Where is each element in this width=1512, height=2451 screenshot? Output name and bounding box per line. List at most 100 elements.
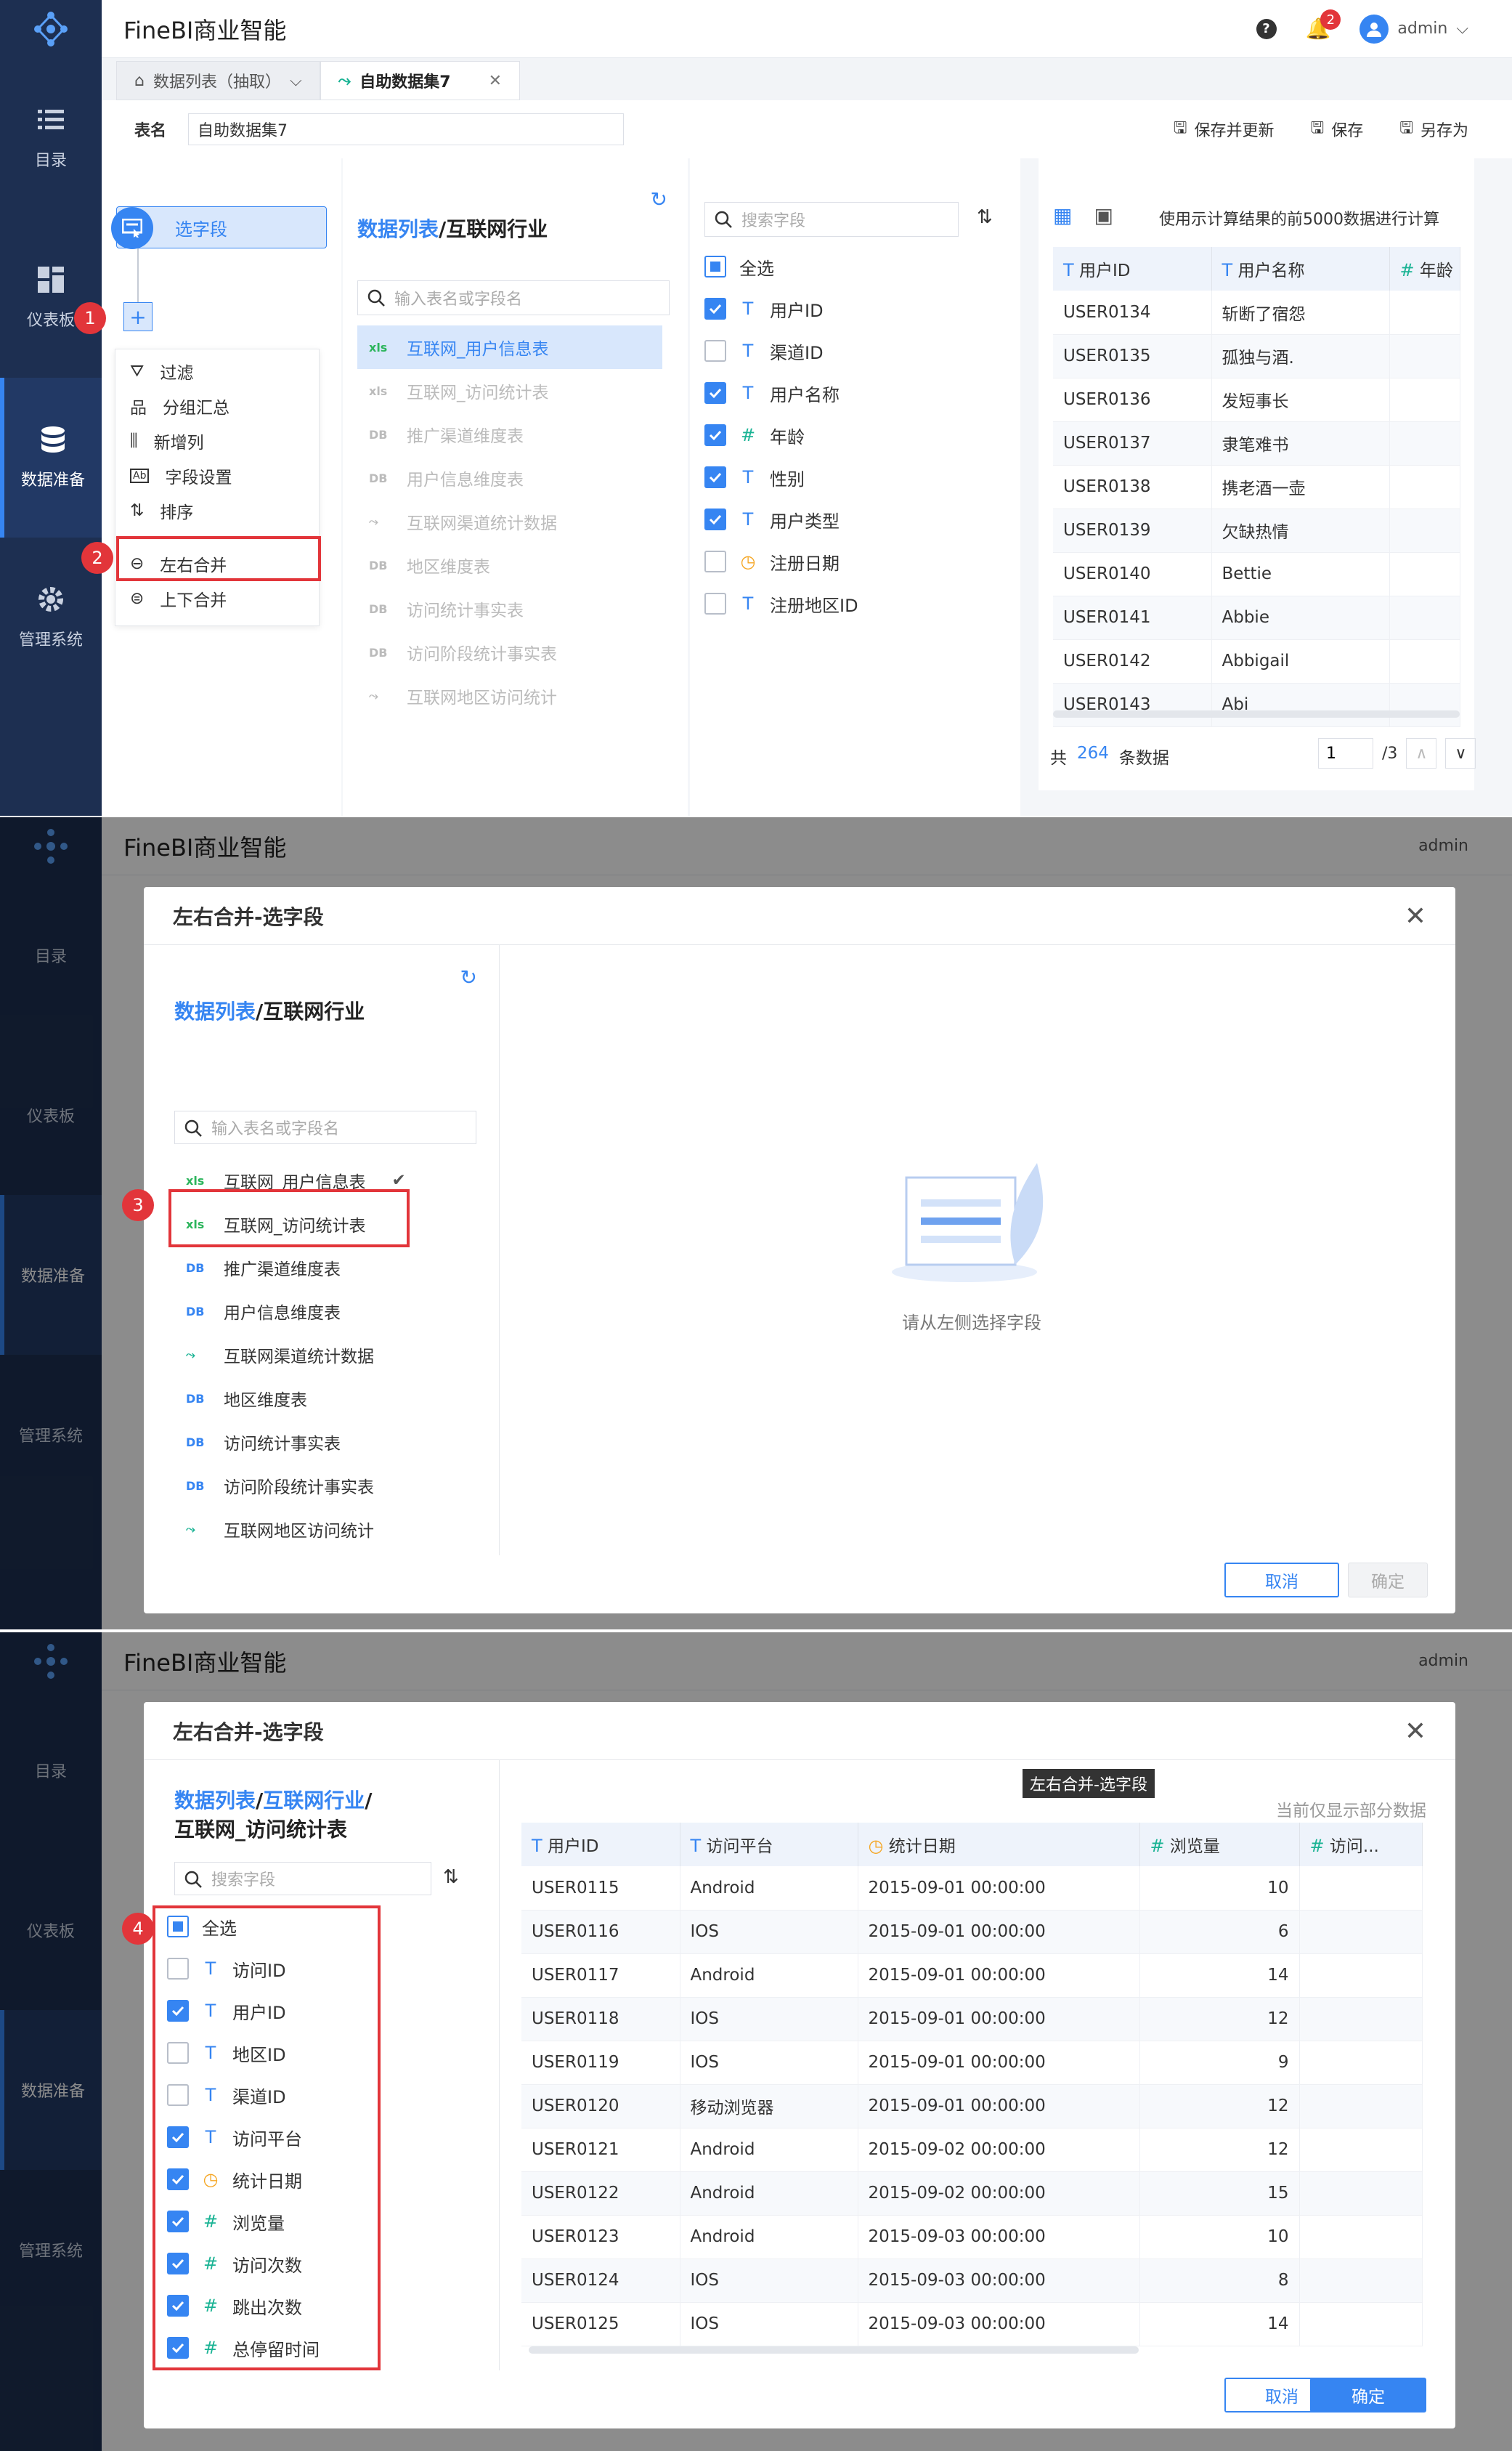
table-item[interactable]: DB 访问统计事实表: [357, 587, 662, 631]
field-checkbox[interactable]: [704, 593, 726, 615]
confirm-button[interactable]: 确定: [1310, 2378, 1426, 2412]
table-item[interactable]: DB 用户信息维度表: [357, 456, 662, 500]
menu-item-filter[interactable]: ⛛ 过滤: [115, 354, 319, 389]
save-as-button[interactable]: 🖫 另存为: [1399, 116, 1468, 143]
field-item[interactable]: ◷ 注册日期: [690, 540, 1009, 583]
detail-view-icon[interactable]: ▣: [1094, 203, 1113, 227]
breadcrumb-link[interactable]: 数据列表: [357, 217, 439, 241]
confirm-button[interactable]: 确定: [1348, 1563, 1428, 1597]
sidebar-item-data-prep[interactable]: 数据准备: [0, 378, 102, 538]
horizontal-scrollbar[interactable]: [1053, 710, 1460, 718]
field-checkbox[interactable]: [704, 551, 726, 572]
table-item[interactable]: ⤳ 互联网地区访问统计: [357, 674, 662, 718]
prev-page-button[interactable]: ∧: [1406, 738, 1437, 769]
table-item[interactable]: xls 互联网_用户信息表: [357, 325, 662, 369]
column-header[interactable]: T 用户ID: [521, 1823, 680, 1866]
column-header[interactable]: # 年龄: [1389, 247, 1460, 291]
field-search-input[interactable]: 搜索字段: [704, 202, 959, 237]
menu-item-sort[interactable]: ⇅ 排序: [115, 493, 319, 528]
menu-item-add-column[interactable]: ⫼ 新增列: [115, 424, 319, 458]
field-label: 年龄: [770, 426, 805, 447]
field-checkbox[interactable]: [704, 382, 726, 404]
table-row: USER0137 隶笔难书: [1053, 421, 1460, 466]
field-item[interactable]: T 性别: [690, 456, 1009, 498]
table-item[interactable]: DB 访问统计事实表: [174, 1420, 479, 1464]
table-search-input[interactable]: 输入表名或字段名: [174, 1111, 476, 1144]
table-row: USER0134 斩断了宿怨: [1053, 291, 1460, 335]
pager: /3 ∧ ∨: [1318, 738, 1476, 769]
column-header[interactable]: # 访问...: [1299, 1823, 1423, 1866]
field-item[interactable]: # 年龄: [690, 414, 1009, 456]
field-item[interactable]: T 渠道ID: [690, 330, 1009, 372]
breadcrumb-current: /互联网行业: [256, 1000, 365, 1024]
save-button[interactable]: 🖫 保存: [1310, 116, 1363, 143]
help-icon[interactable]: ?: [1256, 18, 1277, 39]
table-list: xls 互联网_用户信息表 xls 互联网_访问统计表 DB 推广渠道维度表 DB 用户…: [357, 325, 662, 718]
step-select-field[interactable]: 选字段: [111, 206, 327, 249]
sidebar-item-catalog[interactable]: 目录: [0, 58, 102, 218]
field-checkbox[interactable]: [704, 509, 726, 530]
bell-icon[interactable]: 🔔 2: [1306, 9, 1341, 41]
name-bar: 表名 🖫 保存并更新 🖫 保存 🖫 另存为: [102, 100, 1512, 158]
table-item[interactable]: DB 推广渠道维度表: [357, 413, 662, 456]
field-item[interactable]: T 用户类型: [690, 498, 1009, 540]
select-all[interactable]: 全选: [690, 246, 1009, 288]
refresh-icon[interactable]: ↻: [460, 965, 477, 989]
table-name-input[interactable]: [188, 113, 625, 145]
sort-icon[interactable]: ⇅: [443, 1866, 459, 1888]
table-item[interactable]: xls 互联网_访问统计表: [357, 369, 662, 413]
next-page-button[interactable]: ∨: [1445, 738, 1476, 769]
page-input[interactable]: [1318, 738, 1373, 769]
field-checkbox[interactable]: [704, 340, 726, 362]
field-item[interactable]: T 注册地区ID: [690, 583, 1009, 625]
column-header[interactable]: T 用户名称: [1211, 247, 1390, 291]
horizontal-scrollbar[interactable]: [529, 2346, 1139, 2354]
table-item[interactable]: DB 推广渠道维度表: [174, 1246, 479, 1289]
table-item[interactable]: DB 地区维度表: [174, 1377, 479, 1420]
chevron-down-icon[interactable]: ⌵: [290, 72, 302, 90]
field-item[interactable]: T 用户名称: [690, 372, 1009, 414]
sort-icon: ⇅: [130, 501, 145, 520]
tab-self-dataset[interactable]: ⤳ 自助数据集7 ✕: [320, 61, 521, 100]
add-step-button[interactable]: +: [123, 302, 153, 331]
sort-icon[interactable]: ⇅: [977, 206, 993, 228]
menu-item-group[interactable]: 品分组汇总: [115, 389, 319, 424]
table-item[interactable]: DB 用户信息维度表: [174, 1289, 479, 1333]
field-checkbox[interactable]: [704, 424, 726, 446]
refresh-icon[interactable]: ↻: [651, 187, 667, 211]
table-item[interactable]: ⤳ 互联网渠道统计数据: [357, 500, 662, 543]
user-menu[interactable]: admin ⌵: [1359, 14, 1468, 44]
sidebar-item-dashboard[interactable]: 仪表板: [0, 218, 102, 378]
column-header[interactable]: ◷ 统计日期: [858, 1823, 1140, 1866]
column-header[interactable]: T 用户ID: [1053, 247, 1212, 291]
table-item[interactable]: DB 访问阶段统计事实表: [174, 1464, 479, 1507]
field-checkbox[interactable]: [704, 298, 726, 320]
grid-view-icon[interactable]: ▦: [1053, 203, 1072, 227]
field-item[interactable]: T 用户ID: [690, 288, 1009, 330]
breadcrumb-link[interactable]: 数据列表: [174, 1788, 256, 1812]
tab-data-list[interactable]: ⌂ 数据列表（抽取） ⌵: [116, 61, 320, 100]
table-search-input[interactable]: 输入表名或字段名: [357, 280, 670, 315]
breadcrumb-link[interactable]: 数据列表: [174, 1000, 256, 1024]
table-item-label: 推广渠道维度表: [224, 1260, 341, 1279]
close-icon[interactable]: ✕: [1405, 1717, 1426, 1746]
save-update-button[interactable]: 🖫 保存并更新: [1174, 116, 1275, 143]
close-icon[interactable]: ✕: [1405, 902, 1426, 931]
column-header[interactable]: # 浏览量: [1139, 1823, 1300, 1866]
table-item[interactable]: ⤳ 互联网地区访问统计: [174, 1507, 479, 1551]
cancel-button[interactable]: 取消: [1224, 1563, 1339, 1597]
breadcrumb-link[interactable]: 互联网行业: [263, 1788, 365, 1812]
table-item[interactable]: ⤳ 互联网渠道统计数据: [174, 1333, 479, 1377]
field-checkbox[interactable]: [704, 466, 726, 488]
close-icon[interactable]: ✕: [489, 72, 502, 90]
menu-item-field-settings[interactable]: Ab 字段设置: [115, 458, 319, 493]
table-item[interactable]: DB 地区维度表: [357, 543, 662, 587]
column-header[interactable]: T 访问平台: [680, 1823, 858, 1866]
table-cell: [1389, 378, 1460, 422]
select-all-checkbox[interactable]: [704, 256, 726, 277]
text-type-icon: T: [690, 1836, 702, 1856]
table-row: USER0116 IOS 2015-09-01 00:00:00 6: [521, 1910, 1423, 1954]
field-search-input[interactable]: 搜索字段: [174, 1862, 431, 1895]
menu-item-tb-merge[interactable]: ⊜ 上下合并: [115, 581, 319, 616]
table-item[interactable]: DB 访问阶段统计事实表: [357, 631, 662, 674]
